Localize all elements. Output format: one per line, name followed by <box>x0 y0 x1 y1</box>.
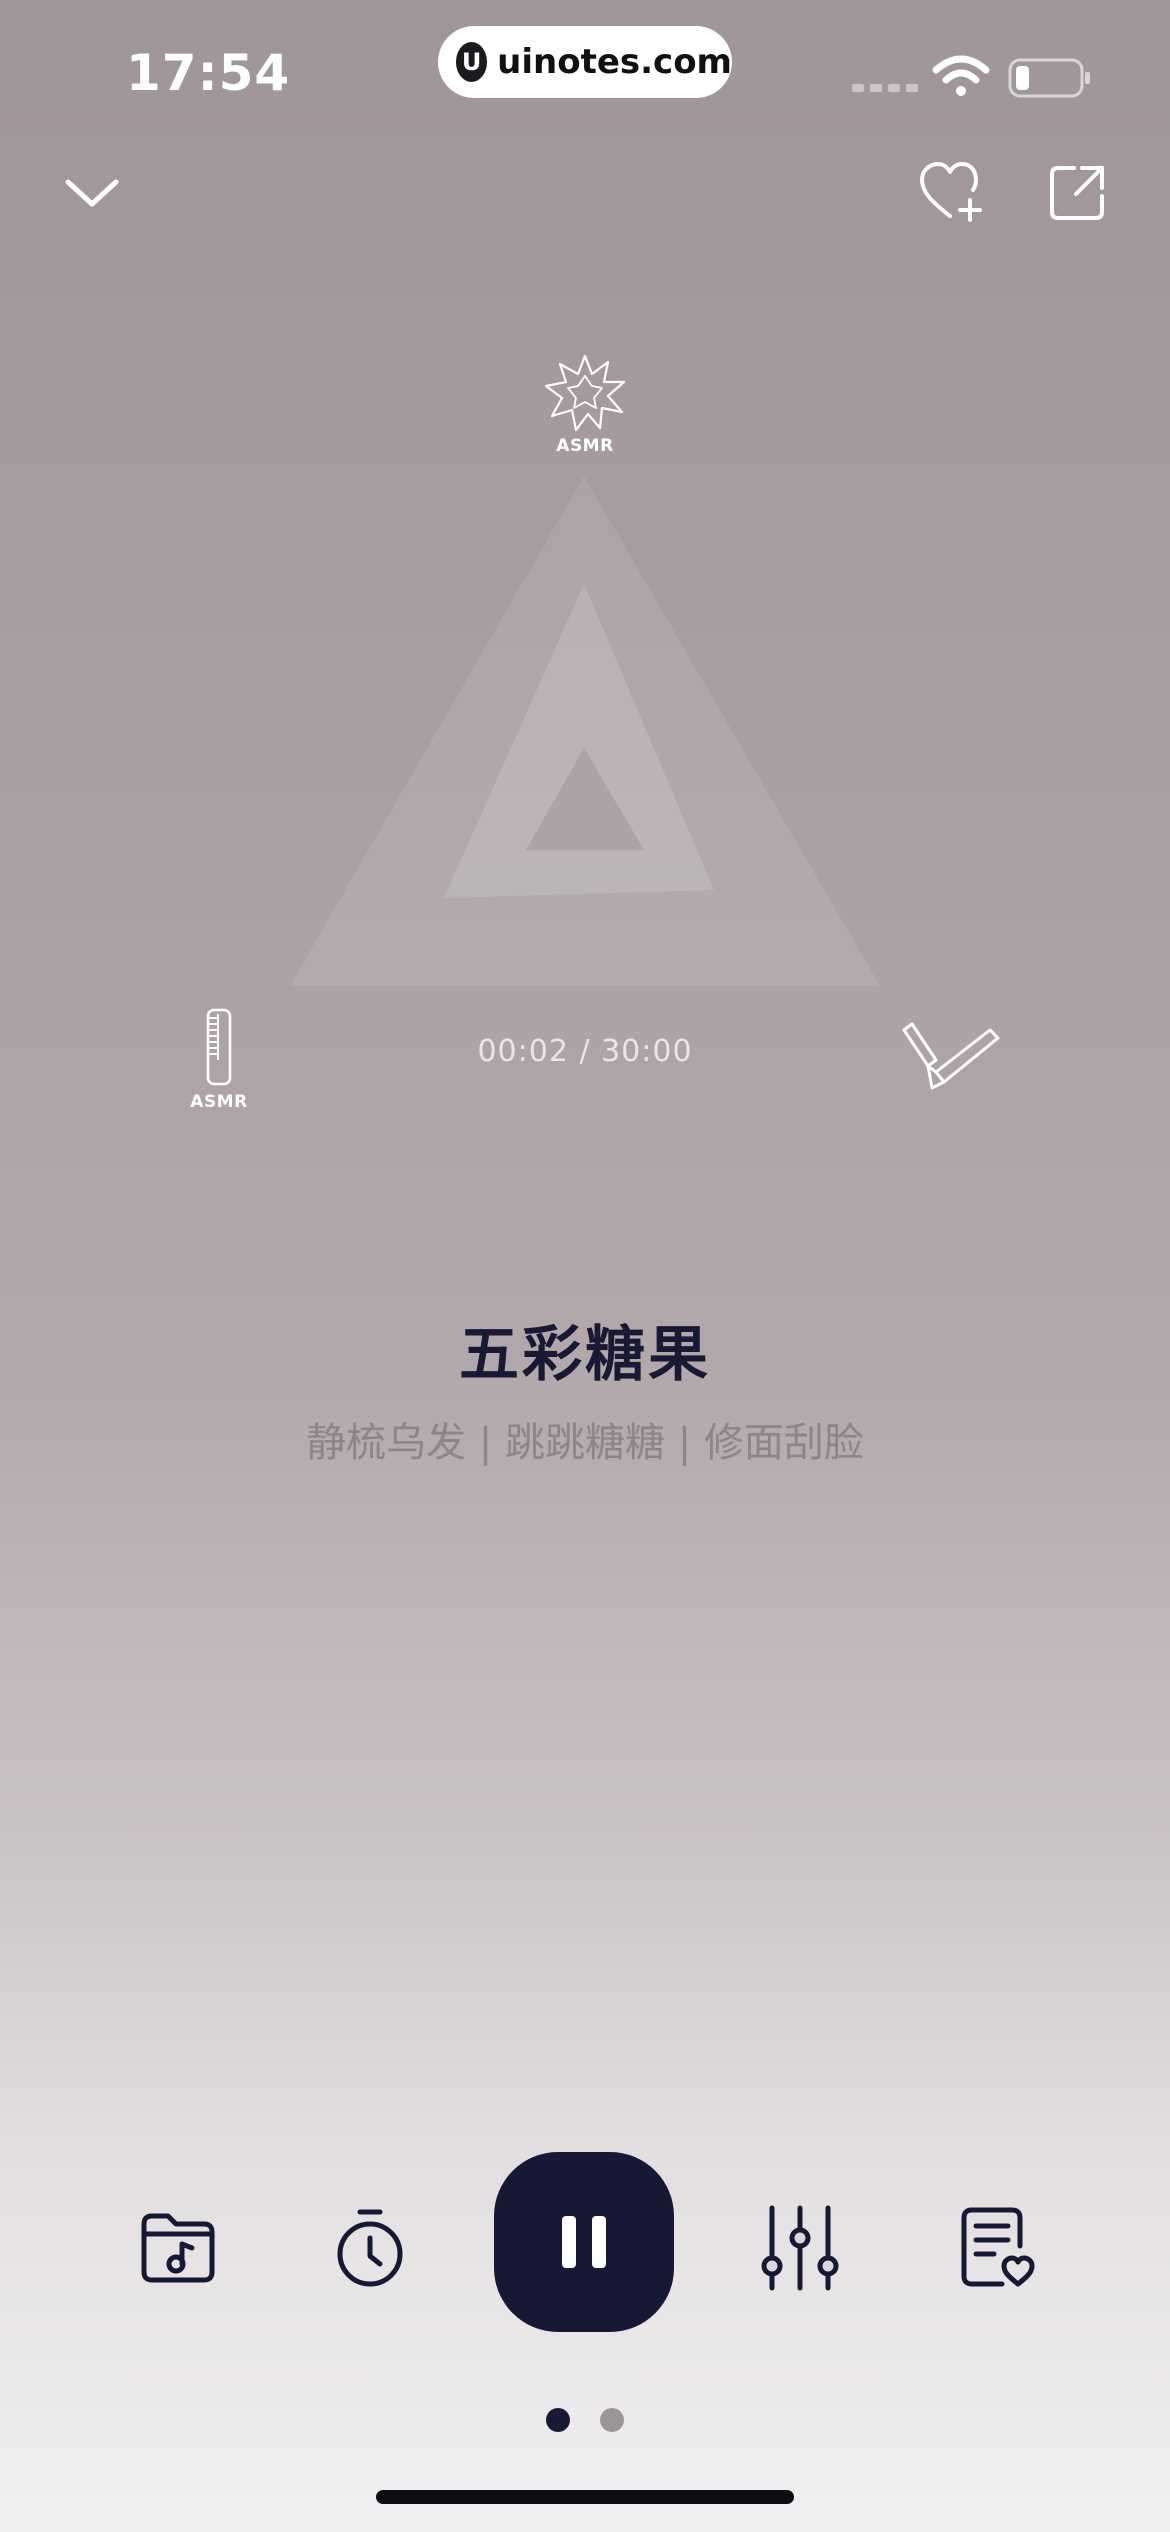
share-button[interactable] <box>1046 162 1108 224</box>
sound-node-sparkle[interactable]: ASMR <box>542 354 628 456</box>
page-dot[interactable] <box>600 2408 624 2432</box>
document-heart-icon <box>961 2207 1035 2287</box>
stopwatch-icon <box>337 2209 403 2287</box>
pause-icon <box>562 2216 606 2268</box>
track-subtitle: 静梳乌发 | 跳跳糖糖 | 修面刮脸 <box>306 1420 864 1466</box>
battery-icon <box>1008 58 1090 98</box>
sound-label: ASMR <box>556 436 614 456</box>
sound-label: ASMR <box>190 1092 248 1112</box>
pause-button[interactable] <box>494 2152 674 2332</box>
sound-mixer-button[interactable] <box>760 2204 840 2292</box>
wifi-icon <box>932 55 990 96</box>
watermark-text: uinotes.com <box>497 42 732 82</box>
sleep-timer-button[interactable] <box>332 2206 408 2290</box>
status-time: 17:54 <box>126 44 291 102</box>
add-favorite-button[interactable] <box>918 160 986 224</box>
sparkle-burst-icon <box>544 354 626 432</box>
sliders-icon <box>761 2205 839 2291</box>
music-folder-icon <box>141 2213 215 2283</box>
chevron-down-icon <box>65 179 119 207</box>
cellular-signal-icon <box>852 84 918 92</box>
favorites-list-button[interactable] <box>958 2206 1038 2290</box>
playback-time: 00:02 / 30:00 <box>477 1034 693 1069</box>
watermark-badge: U uinotes.com <box>438 26 732 98</box>
share-icon <box>1050 166 1104 220</box>
heart-plus-icon <box>920 162 982 222</box>
page-indicator <box>546 2408 624 2432</box>
playlist-button[interactable] <box>138 2208 218 2288</box>
home-indicator <box>376 2490 794 2504</box>
track-title: 五彩糖果 <box>459 1320 711 1390</box>
collapse-button[interactable] <box>62 168 122 218</box>
page-dot-active[interactable] <box>546 2408 570 2432</box>
uinotes-logo-icon: U <box>456 42 488 82</box>
